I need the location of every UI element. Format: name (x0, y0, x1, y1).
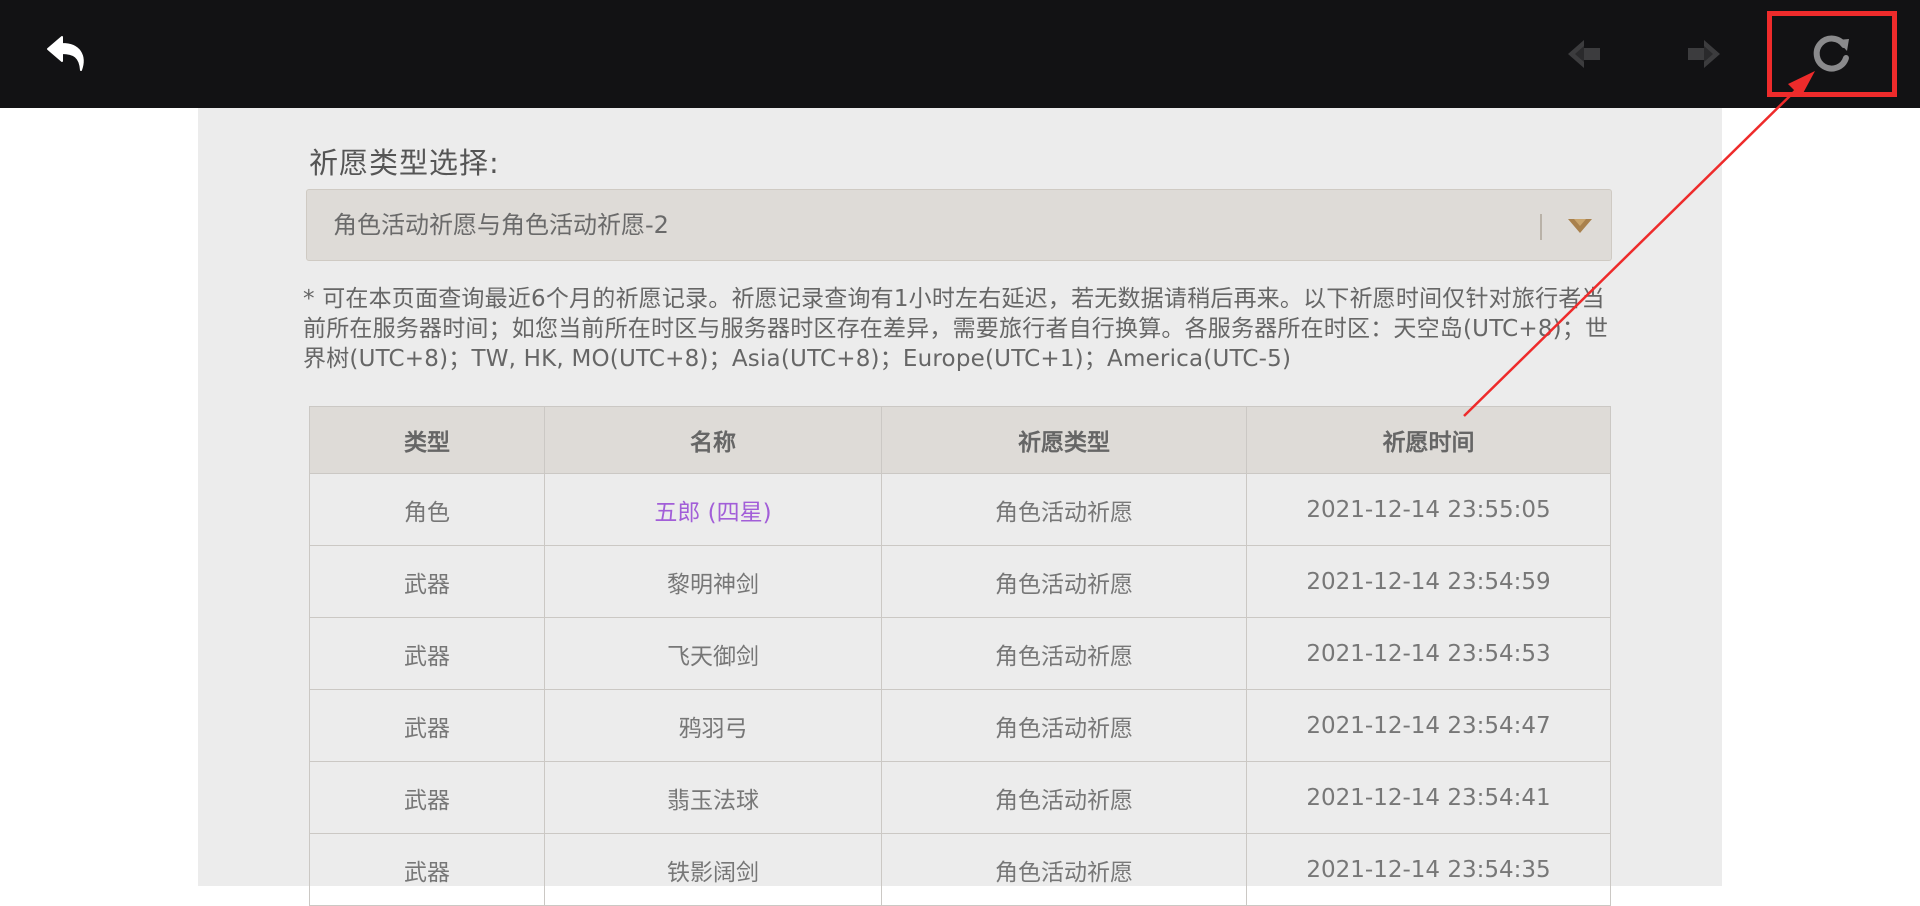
next-arrow-icon (1688, 40, 1720, 68)
cell-name: 飞天御剑 (544, 617, 882, 690)
table-row: 角色 五郎 (四星) 角色活动祈愿 2021-12-14 23:55:05 (309, 473, 1611, 546)
cell-wish-time: 2021-12-14 23:54:35 (1246, 833, 1611, 906)
cell-wish-time: 2021-12-14 23:55:05 (1246, 473, 1611, 546)
header-wish-time: 祈愿时间 (1246, 406, 1611, 474)
cell-wish-type: 角色活动祈愿 (881, 545, 1247, 618)
prev-page-button[interactable] (1560, 32, 1608, 76)
header-wish-type: 祈愿类型 (881, 406, 1247, 474)
cell-wish-type: 角色活动祈愿 (881, 689, 1247, 762)
highlight-box (1767, 11, 1897, 97)
cell-type: 武器 (309, 761, 545, 834)
query-notice: * 可在本页面查询最近6个月的祈愿记录。祈愿记录查询有1小时左右延迟，若无数据请… (303, 286, 1609, 372)
cell-wish-type: 角色活动祈愿 (881, 617, 1247, 690)
table-row: 武器 飞天御剑 角色活动祈愿 2021-12-14 23:54:53 (309, 617, 1611, 690)
cell-type: 武器 (309, 545, 545, 618)
cell-name: 铁影阔剑 (544, 833, 882, 906)
table-row: 武器 黎明神剑 角色活动祈愿 2021-12-14 23:54:59 (309, 545, 1611, 618)
cell-wish-time: 2021-12-14 23:54:59 (1246, 545, 1611, 618)
cell-wish-time: 2021-12-14 23:54:47 (1246, 689, 1611, 762)
back-button[interactable] (36, 28, 100, 80)
chevron-down-icon (1568, 219, 1592, 233)
wish-type-selected: 角色活动祈愿与角色活动祈愿-2 (333, 211, 669, 239)
cell-name: 鸦羽弓 (544, 689, 882, 762)
wish-type-label: 祈愿类型选择: (309, 146, 500, 180)
cell-wish-time: 2021-12-14 23:54:53 (1246, 617, 1611, 690)
header-type: 类型 (309, 406, 545, 474)
prev-arrow-icon (1568, 40, 1600, 68)
cell-wish-time: 2021-12-14 23:54:41 (1246, 761, 1611, 834)
cell-wish-type: 角色活动祈愿 (881, 761, 1247, 834)
top-toolbar (0, 0, 1920, 108)
back-arrow-icon (47, 36, 84, 71)
cell-type: 武器 (309, 617, 545, 690)
table-row: 武器 鸦羽弓 角色活动祈愿 2021-12-14 23:54:47 (309, 689, 1611, 762)
wish-type-select[interactable]: 角色活动祈愿与角色活动祈愿-2 (306, 189, 1612, 261)
cell-type: 角色 (309, 473, 545, 546)
cell-wish-type: 角色活动祈愿 (881, 473, 1247, 546)
cell-type: 武器 (309, 833, 545, 906)
cell-type: 武器 (309, 689, 545, 762)
table-header-row: 类型 名称 祈愿类型 祈愿时间 (309, 406, 1611, 474)
next-page-button[interactable] (1680, 32, 1728, 76)
cell-name: 翡玉法球 (544, 761, 882, 834)
wish-records-table: 类型 名称 祈愿类型 祈愿时间 角色 五郎 (四星) 角色活动祈愿 2021-1… (309, 406, 1611, 906)
select-divider (1540, 214, 1542, 240)
table-row: 武器 翡玉法球 角色活动祈愿 2021-12-14 23:54:41 (309, 761, 1611, 834)
cell-name: 五郎 (四星) (544, 473, 882, 546)
table-row: 武器 铁影阔剑 角色活动祈愿 2021-12-14 23:54:35 (309, 833, 1611, 906)
cell-name: 黎明神剑 (544, 545, 882, 618)
cell-wish-type: 角色活动祈愿 (881, 833, 1247, 906)
header-name: 名称 (544, 406, 882, 474)
